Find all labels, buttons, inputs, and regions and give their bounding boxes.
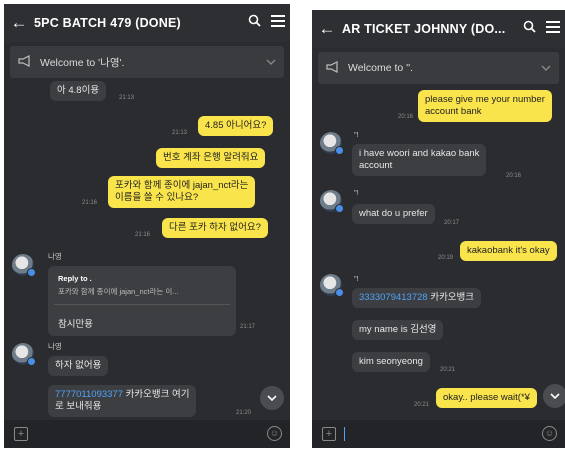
message-input-bar: + ☺: [4, 420, 290, 448]
message-time: 20:16: [506, 173, 522, 179]
notice-banner[interactable]: Welcome to ''.: [318, 52, 559, 84]
message-line: 7777011093377 카카오뱅크 여기: [55, 389, 189, 401]
scroll-down-button[interactable]: [260, 386, 284, 410]
plus-icon[interactable]: +: [322, 427, 336, 441]
message-bubble: 4.85 아니어요?: [198, 116, 274, 136]
message-bubble: my name is 김선영: [352, 320, 444, 340]
reply-quote: 포카와 함께 종이에 jajan_nct라는 이...: [58, 287, 179, 296]
plus-icon[interactable]: +: [14, 427, 28, 441]
chat-title: AR TICKET JOHNNY (DO...: [342, 22, 506, 36]
emoji-icon[interactable]: ☺: [542, 426, 557, 441]
megaphone-icon: [318, 60, 348, 76]
search-icon[interactable]: [242, 14, 266, 32]
message-line: 이름을 쓸 수 있나요?: [115, 192, 199, 203]
message-bubble: 하자 없어용: [48, 356, 109, 376]
avatar[interactable]: [320, 132, 344, 155]
status-dot-icon: [335, 204, 344, 213]
left-chat-screen: ← 5PC BATCH 479 (DONE) Welcome to '나영'. …: [4, 4, 290, 448]
reply-label: Reply to .: [58, 274, 92, 283]
back-arrow-icon[interactable]: ←: [4, 13, 34, 33]
message-time: 20:16: [398, 114, 414, 120]
avatar[interactable]: [12, 254, 36, 277]
avatar[interactable]: [12, 343, 36, 366]
message-time: 21:16: [135, 232, 151, 238]
notice-banner[interactable]: Welcome to '나영'.: [10, 46, 284, 78]
message-line: 로 보내줘용: [55, 401, 102, 412]
chat-title: 5PC BATCH 479 (DONE): [34, 16, 181, 30]
avatar[interactable]: [320, 274, 344, 297]
message-line: account: [359, 160, 393, 171]
menu-icon[interactable]: [541, 20, 565, 38]
chevron-down-icon: [267, 395, 277, 401]
message-bubble: 다른 포카 하자 없어요?: [162, 218, 268, 238]
message-line: 포카와 함께 종이에 jajan_nct라는: [115, 180, 249, 191]
message-line: account bank: [425, 106, 482, 117]
notice-text: Welcome to ''.: [348, 62, 414, 74]
message-time: 20:21: [440, 367, 456, 373]
notice-text: Welcome to '나영'.: [40, 56, 125, 69]
message-time: 21:20: [236, 410, 252, 416]
status-dot-icon: [27, 357, 36, 366]
message-time: 20:17: [444, 220, 460, 226]
chat-header: ← 5PC BATCH 479 (DONE): [4, 4, 290, 42]
message-time: 21:17: [240, 324, 256, 330]
message-time: 20:19: [438, 255, 454, 261]
status-dot-icon: [335, 288, 344, 297]
chat-header: ← AR TICKET JOHNNY (DO...: [312, 10, 565, 48]
text-caret[interactable]: [344, 427, 345, 441]
message-line: please give me your number: [425, 94, 545, 105]
message-bubble: please give me your number account bank: [418, 90, 552, 122]
search-icon[interactable]: [517, 20, 541, 38]
message-text: 카카오뱅크: [427, 292, 475, 303]
scroll-down-button[interactable]: [543, 384, 565, 408]
reply-text: 참시만용: [58, 319, 93, 330]
message-bubble: i have woori and kakao bank account: [352, 144, 487, 176]
avatar[interactable]: [320, 190, 344, 213]
message-bubble: kim seonyeong: [352, 352, 430, 372]
menu-icon[interactable]: [266, 14, 290, 32]
message-bubble: what do u prefer: [352, 204, 435, 224]
message-bubble: 3333079413728 카카오뱅크: [352, 288, 482, 308]
status-dot-icon: [335, 146, 344, 155]
message-time: 21:13: [119, 95, 135, 101]
back-arrow-icon[interactable]: ←: [312, 19, 342, 39]
message-bubble: kakaobank it's okay: [460, 241, 557, 261]
right-chat-screen: ← AR TICKET JOHNNY (DO... Welcome to ''.…: [312, 10, 565, 448]
sender-name: "!: [354, 274, 359, 283]
message-time: 20:21: [414, 402, 430, 408]
divider: [54, 304, 230, 305]
account-number-link[interactable]: 3333079413728: [359, 292, 428, 303]
message-input-bar: + ☺: [312, 420, 565, 448]
emoji-icon[interactable]: ☺: [267, 426, 282, 441]
sender-name: 나영: [48, 252, 62, 261]
message-line: i have woori and kakao bank: [359, 148, 480, 159]
message-bubble: 포카와 함께 종이에 jajan_nct라는 이름을 쓸 수 있나요?: [108, 176, 256, 208]
message-bubble: 7777011093377 카카오뱅크 여기 로 보내줘용: [48, 385, 197, 417]
message-bubble: 아 4.8이용: [50, 81, 107, 101]
message-bubble: okay.. please wait(*¥: [436, 388, 537, 408]
chevron-down-icon[interactable]: [533, 63, 559, 74]
reply-message[interactable]: Reply to . 포카와 함께 종이에 jajan_nct라는 이... 참…: [48, 266, 236, 336]
message-text: 카카오뱅크 여기: [122, 389, 190, 400]
chevron-down-icon[interactable]: [258, 57, 284, 68]
message-bubble: 번호 계좌 은행 알려줘요: [156, 148, 266, 168]
sender-name: 나영: [48, 342, 62, 351]
message-time: 21:16: [82, 200, 98, 206]
sender-name: "!: [354, 130, 359, 139]
chevron-down-icon: [550, 393, 560, 399]
megaphone-icon: [10, 54, 40, 70]
message-time: 21:13: [172, 130, 188, 136]
sender-name: "!: [354, 188, 359, 197]
account-number-link[interactable]: 7777011093377: [55, 389, 123, 400]
status-dot-icon: [27, 268, 36, 277]
